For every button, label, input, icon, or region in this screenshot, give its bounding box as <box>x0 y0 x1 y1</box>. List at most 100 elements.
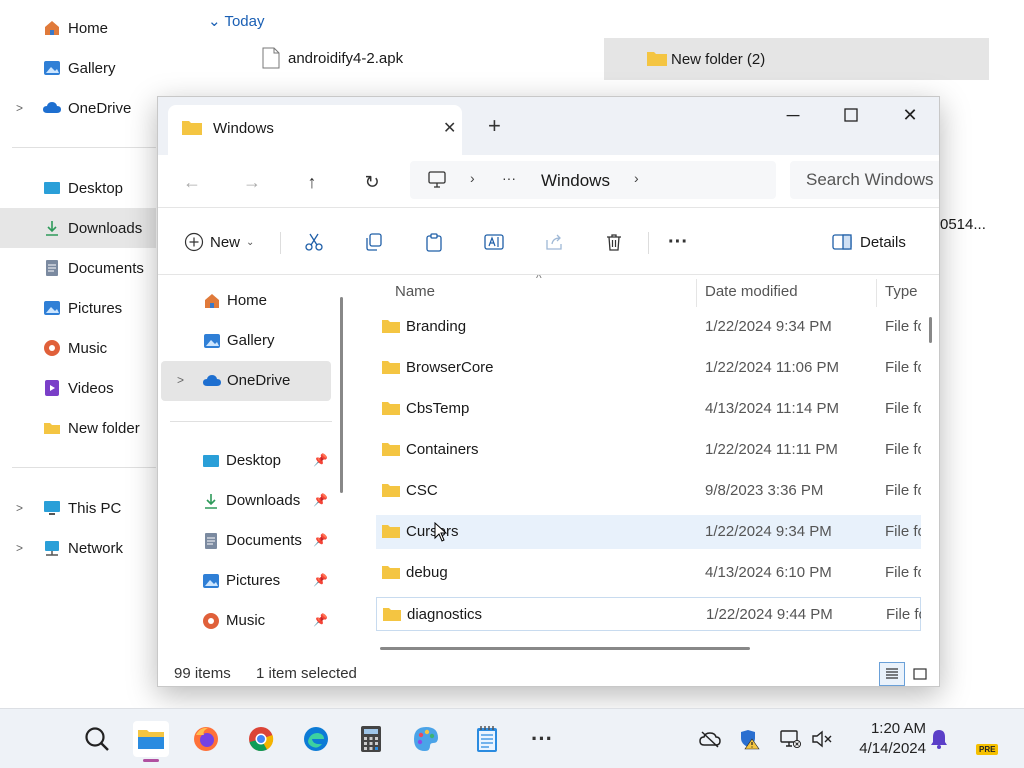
pin-icon[interactable]: 📌 <box>313 613 328 627</box>
maximize-icon <box>844 108 858 122</box>
paste-button[interactable] <box>422 230 446 254</box>
breadcrumb-more[interactable]: ··· <box>502 170 516 186</box>
table-row[interactable]: Branding 1/22/2024 9:34 PM File fo <box>376 310 921 344</box>
pin-icon[interactable]: 📌 <box>313 533 328 547</box>
pin-icon[interactable]: 📌 <box>313 493 328 507</box>
chevron-right-icon[interactable]: > <box>16 501 23 515</box>
column-resize-handle[interactable] <box>696 279 697 307</box>
group-header-today[interactable]: ⌄ Today <box>208 12 265 30</box>
bg-nav-onedrive[interactable]: > OneDrive <box>0 88 156 128</box>
details-button[interactable]: Details <box>832 230 906 254</box>
column-header-type[interactable]: Type <box>885 283 918 300</box>
pin-icon[interactable]: 📌 <box>313 573 328 587</box>
taskbar-chrome[interactable] <box>243 721 279 757</box>
forward-button[interactable]: → <box>237 167 267 197</box>
sidebar-item-music[interactable]: Music 📌 <box>161 601 331 641</box>
pin-icon[interactable]: 📌 <box>313 453 328 467</box>
bg-nav-desktop[interactable]: Desktop <box>0 168 156 208</box>
clock-date: 4/14/2024 <box>859 740 926 757</box>
bg-nav-label: Videos <box>68 379 114 397</box>
sidebar-item-home[interactable]: Home <box>161 281 331 321</box>
bg-nav-this-pc[interactable]: > This PC <box>0 488 156 528</box>
bg-nav-network[interactable]: > Network <box>0 528 156 568</box>
home-icon <box>205 294 219 308</box>
sidebar-item-gallery[interactable]: Gallery <box>161 321 331 361</box>
breadcrumb-separator-icon[interactable]: › <box>634 170 639 186</box>
address-bar[interactable]: › ··· Windows › <box>410 161 776 199</box>
breadcrumb-separator-icon[interactable]: › <box>470 170 475 186</box>
chevron-right-icon[interactable]: > <box>16 101 23 115</box>
taskbar-notepad[interactable] <box>469 721 505 757</box>
bg-nav-home[interactable]: Home <box>0 8 156 48</box>
network-tray-icon[interactable] <box>778 727 802 751</box>
back-button[interactable]: ← <box>177 167 207 197</box>
tab-windows[interactable]: Windows ✕ <box>168 105 462 155</box>
column-header-name[interactable]: Name <box>395 283 435 300</box>
security-tray-icon[interactable] <box>738 727 762 751</box>
tiles-view-button[interactable] <box>907 662 933 686</box>
documents-icon <box>46 260 58 276</box>
maximize-button[interactable] <box>831 105 871 127</box>
selected-folder-item[interactable]: New folder (2) <box>604 38 989 80</box>
table-row[interactable]: Cursors 1/22/2024 9:34 PM File fo <box>376 515 921 549</box>
copy-icon <box>366 233 382 251</box>
rename-button[interactable] <box>482 230 506 254</box>
bg-nav-documents[interactable]: Documents <box>0 248 156 288</box>
sidebar-item-onedrive[interactable]: > OneDrive <box>161 361 331 401</box>
share-button[interactable] <box>542 230 566 254</box>
bg-nav-pictures[interactable]: Pictures <box>0 288 156 328</box>
minimize-button[interactable]: ─ <box>773 105 813 127</box>
bg-nav-music[interactable]: Music <box>0 328 156 368</box>
search-input[interactable]: Search Windows <box>790 161 939 199</box>
close-tab-icon[interactable]: ✕ <box>443 118 456 138</box>
bg-nav-label: Documents <box>68 259 144 277</box>
table-row[interactable]: CSC 9/8/2023 3:36 PM File fo <box>376 474 921 508</box>
column-header-date-modified[interactable]: Date modified <box>705 283 798 300</box>
table-row[interactable]: BrowserCore 1/22/2024 11:06 PM File fo <box>376 351 921 385</box>
sidebar-scrollbar[interactable] <box>340 297 343 493</box>
table-row[interactable]: CbsTemp 4/13/2024 11:14 PM File fo <box>376 392 921 426</box>
sidebar-item-downloads[interactable]: Downloads 📌 <box>161 481 331 521</box>
file-item[interactable]: androidify4-2.apk <box>262 47 403 69</box>
taskbar-search-button[interactable] <box>79 721 115 757</box>
taskbar-more-apps[interactable]: ··· <box>524 721 560 757</box>
bg-nav-videos[interactable]: Videos <box>0 368 156 408</box>
row-name: diagnostics <box>407 606 483 623</box>
table-row[interactable]: diagnostics 1/22/2024 9:44 PM File fo <box>376 597 921 631</box>
table-row[interactable]: Containers 1/22/2024 11:11 PM File fo <box>376 433 921 467</box>
taskbar-firefox[interactable] <box>188 721 224 757</box>
notifications-button[interactable] <box>927 727 951 751</box>
refresh-button[interactable]: ↻ <box>357 167 387 197</box>
file-list-vertical-scrollbar[interactable] <box>929 317 932 343</box>
system-clock[interactable]: 1:20 AM 4/14/2024 <box>846 719 926 759</box>
sidebar-item-pictures[interactable]: Pictures 📌 <box>161 561 331 601</box>
volume-tray-icon[interactable] <box>810 727 834 751</box>
table-row[interactable]: debug 4/13/2024 6:10 PM File fo <box>376 556 921 590</box>
delete-button[interactable] <box>602 230 626 254</box>
new-tab-button[interactable]: + <box>488 115 501 137</box>
more-options-button[interactable]: ··· <box>666 230 690 254</box>
close-window-button[interactable]: ✕ <box>890 105 930 127</box>
cut-button[interactable] <box>302 230 326 254</box>
bg-nav-label: This PC <box>68 499 122 517</box>
bg-nav-downloads[interactable]: Downloads <box>0 208 156 248</box>
chevron-right-icon[interactable]: > <box>177 373 184 387</box>
taskbar-paint[interactable] <box>408 721 444 757</box>
taskbar-edge[interactable] <box>298 721 334 757</box>
column-resize-handle[interactable] <box>876 279 877 307</box>
sidebar-item-documents[interactable]: Documents 📌 <box>161 521 331 561</box>
breadcrumb-current[interactable]: Windows <box>541 171 610 191</box>
onedrive-tray-icon[interactable] <box>698 727 722 751</box>
chevron-right-icon[interactable]: > <box>16 541 23 555</box>
taskbar-file-explorer[interactable] <box>133 721 169 762</box>
sidebar-item-desktop[interactable]: Desktop 📌 <box>161 441 331 481</box>
file-list-horizontal-scrollbar[interactable] <box>380 647 750 650</box>
details-view-button[interactable] <box>879 662 905 686</box>
bg-nav-gallery[interactable]: Gallery <box>0 48 156 88</box>
taskbar-calculator[interactable] <box>353 721 389 757</box>
bg-nav-new-folder[interactable]: New folder <box>0 408 156 448</box>
new-button[interactable]: New ⌄ <box>184 230 254 254</box>
up-button[interactable]: ↑ <box>297 167 327 197</box>
copy-button[interactable] <box>362 230 386 254</box>
folder-icon <box>382 484 400 497</box>
